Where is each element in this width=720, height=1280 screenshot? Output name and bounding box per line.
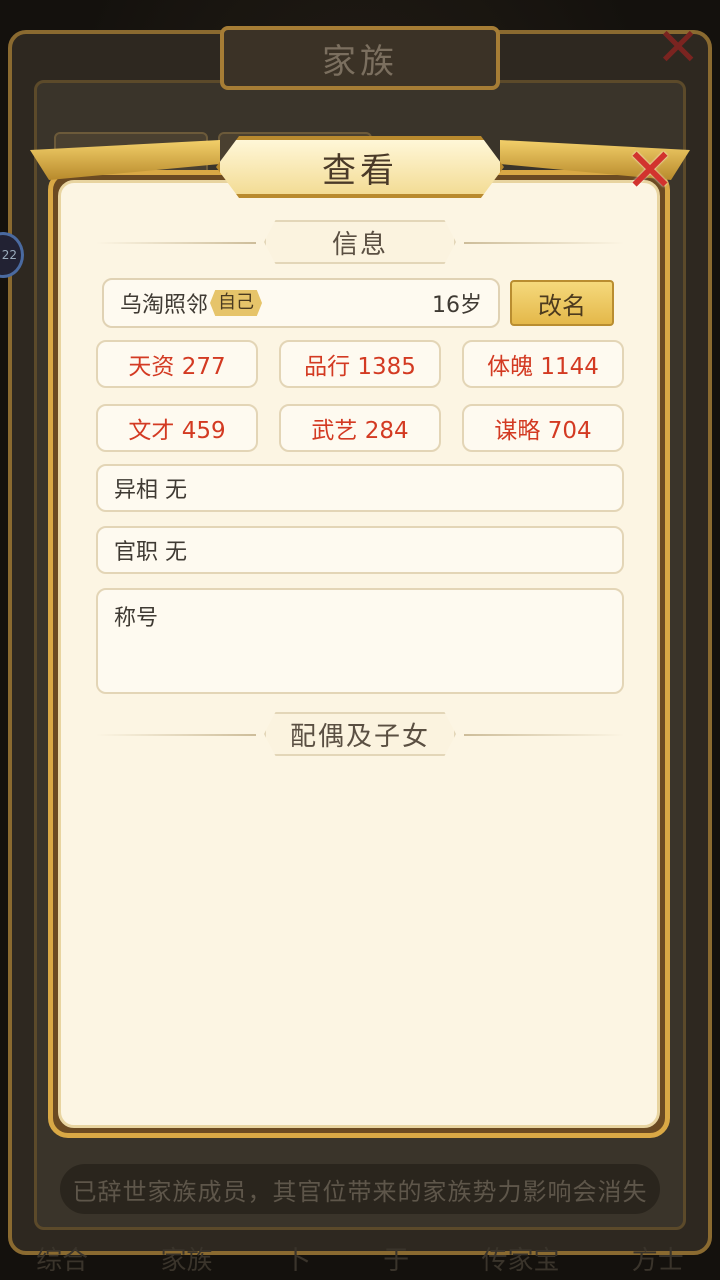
family-window-title: 家族 [220,26,500,90]
rename-button[interactable]: 改名 [510,280,614,326]
person-name: 乌淘照邻 [120,293,209,318]
deceased-notice: 已辞世家族成员，其官位带来的家族势力影响会消失 [60,1164,660,1214]
divider [96,734,256,736]
family-window-close-icon: ✕ [656,18,700,78]
stat-aptitude: 天资 277 [96,340,258,388]
divider [464,242,624,244]
info-section-header: 信息 [96,220,624,266]
bottom-tab: 综合 [36,1245,89,1276]
person-age: 16岁 [432,293,482,318]
divider [96,242,256,244]
stat-conduct: 品行 1385 [279,340,441,388]
name-row: 乌淘照邻 自己 16岁 [102,278,500,328]
stat-martial: 武艺 284 [279,404,441,452]
stat-strategy: 谋略 704 [462,404,624,452]
stat-physique: 体魄 1144 [462,340,624,388]
info-section-label: 信息 [264,220,456,264]
trait-field: 异相 无 [96,464,624,512]
titles-label: 称号 [114,606,159,631]
bottom-tab-bar: 综合 家族 卜 于 传家宝 方士 [0,1236,720,1280]
bottom-tab: 方士 [631,1245,684,1276]
stat-literary: 文才 459 [96,404,258,452]
bottom-tab: 于 [383,1245,410,1276]
bottom-tab: 家族 [160,1245,213,1276]
bottom-tab: 传家宝 [481,1245,560,1276]
titles-field: 称号 [96,588,624,694]
close-icon[interactable]: ✕ [618,136,682,206]
dialog-title: 查看 [216,136,504,198]
self-tag: 自己 [210,290,263,316]
family-section-header: 配偶及子女 [96,712,624,758]
bottom-tab: 卜 [284,1245,311,1276]
official-post-field: 官职 无 [96,526,624,574]
family-section-label: 配偶及子女 [264,712,456,756]
divider [464,734,624,736]
